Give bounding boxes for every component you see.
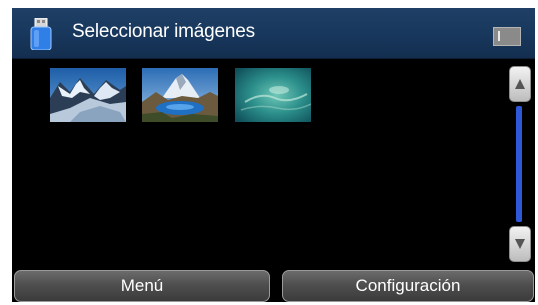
menu-button[interactable]: Menú [14, 270, 270, 302]
page-indicator-icon [493, 27, 521, 46]
scroll-thumb[interactable] [516, 106, 522, 222]
arrow-up-icon [515, 79, 525, 89]
photo-mountain-lake[interactable] [142, 68, 218, 122]
lcd-screen: Seleccionar imágenes Menú Configuración [12, 8, 535, 302]
usb-drive-icon [30, 18, 52, 50]
page-title: Seleccionar imágenes [72, 21, 255, 42]
scroll-up-button[interactable] [509, 66, 531, 102]
photo-glacier-mountains[interactable] [50, 68, 126, 122]
settings-button[interactable]: Configuración [282, 270, 534, 302]
arrow-down-icon [515, 239, 525, 249]
scroll-down-button[interactable] [509, 226, 531, 262]
photo-aerial-ocean[interactable] [235, 68, 311, 122]
title-bar: Seleccionar imágenes [12, 8, 535, 59]
scrollbar[interactable] [509, 66, 531, 262]
